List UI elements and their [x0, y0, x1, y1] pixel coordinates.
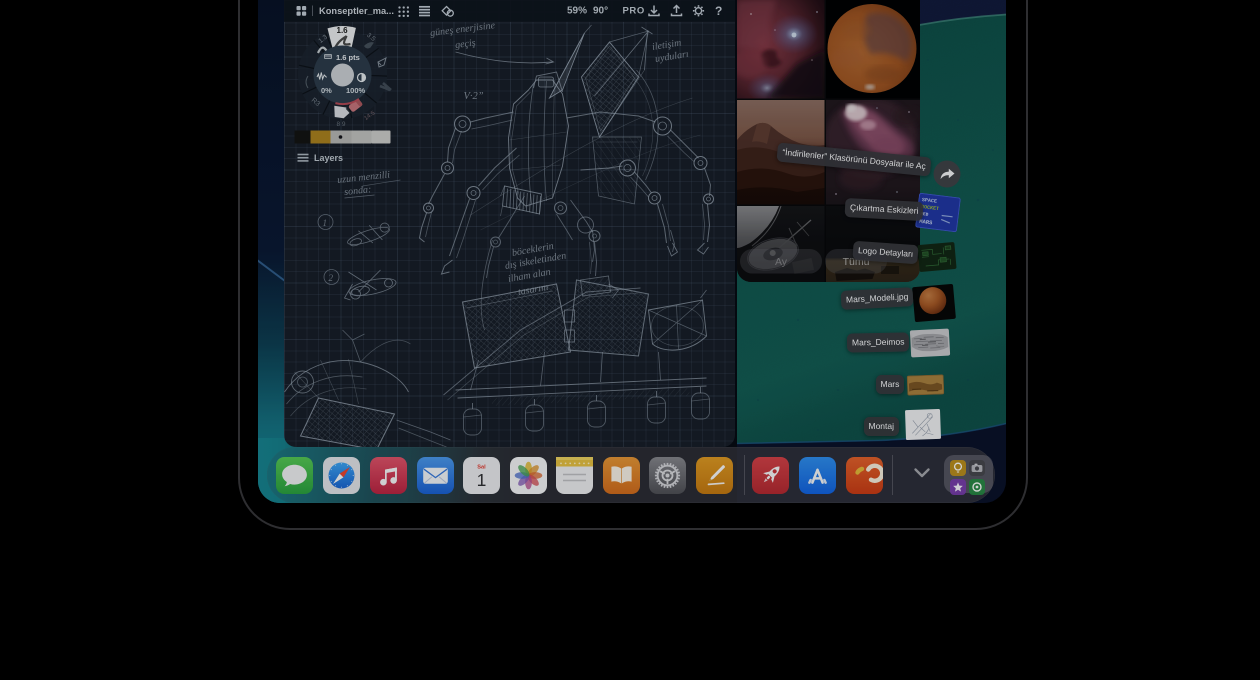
svg-text:0%: 0%	[321, 86, 332, 95]
svg-text:güneş enerjisine: güneş enerjisine	[429, 20, 496, 39]
svg-text:1.6: 1.6	[336, 26, 348, 35]
svg-text:geçiş: geçiş	[454, 38, 476, 51]
svg-text:8 9: 8 9	[336, 121, 345, 128]
svg-text:Konseptler_ma...: Konseptler_ma...	[319, 6, 394, 16]
svg-text:?: ?	[715, 4, 722, 18]
svg-text:V·2”: V·2”	[463, 91, 483, 102]
svg-text:1: 1	[477, 470, 487, 490]
svg-text:100%: 100%	[346, 86, 366, 95]
svg-text:Layers: Layers	[314, 153, 343, 163]
svg-text:1.6 pts: 1.6 pts	[336, 53, 360, 62]
svg-text:PRO: PRO	[622, 6, 644, 17]
svg-text:90°: 90°	[593, 6, 608, 17]
svg-text:2: 2	[328, 273, 333, 283]
svg-text:uzun menzilli: uzun menzilli	[336, 169, 390, 186]
svg-text:59%: 59%	[567, 6, 587, 17]
svg-text:1: 1	[322, 218, 327, 228]
